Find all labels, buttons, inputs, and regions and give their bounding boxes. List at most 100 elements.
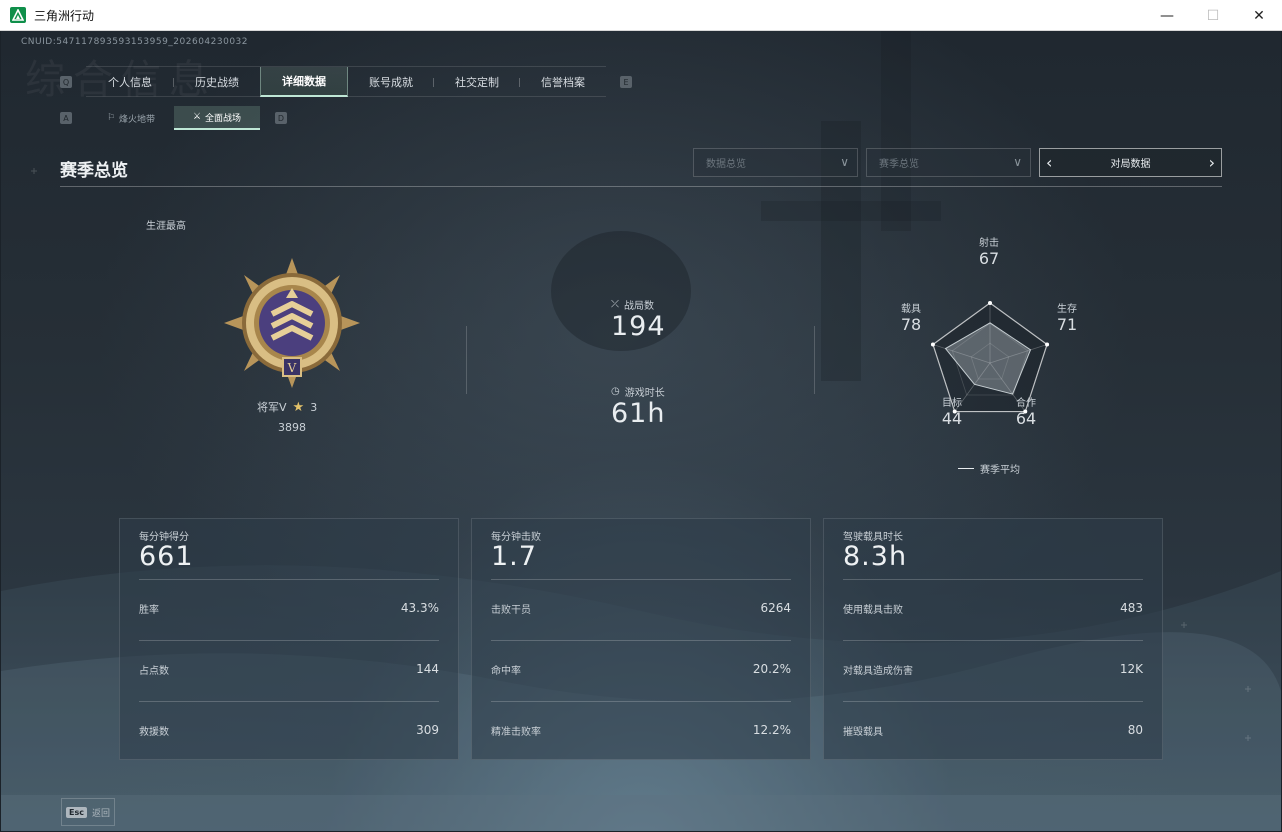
app-logo-icon: [10, 7, 26, 23]
close-button[interactable]: ✕: [1236, 0, 1282, 31]
legend-label: 赛季平均: [980, 465, 1020, 476]
rank-name-row: 将军V ★ 3: [257, 399, 317, 415]
game-viewport: 综合信息 CNUID:547117893593153959_2026042300…: [1, 31, 1281, 831]
player-uid: CNUID:547117893593153959_202604230032: [21, 37, 249, 47]
row-value: 12.2%: [752, 723, 791, 737]
row-label: 胜率: [139, 605, 159, 616]
radar-label-objective: 目标: [942, 398, 962, 409]
bottom-bar: [1, 795, 1281, 831]
matches-label: 战局数: [624, 301, 654, 312]
season-overview-dropdown[interactable]: 赛季总览 ∨: [866, 148, 1031, 177]
tab-reputation[interactable]: 信誉档案: [520, 67, 606, 97]
row-value: 80: [1127, 723, 1143, 737]
subtab-hazard-zone[interactable]: ⚐ 烽火地带: [88, 106, 174, 130]
key-hint-q: Q: [60, 76, 72, 88]
rank-stars: 3: [310, 400, 318, 414]
radar-label-vehicle: 载具: [901, 304, 921, 315]
radar-label-survival: 生存: [1057, 304, 1077, 315]
dropdown-value: 数据总览: [706, 159, 746, 170]
card-big-value: 1.7: [491, 541, 537, 572]
tab-label: 个人信息: [108, 76, 152, 89]
row-label: 命中率: [491, 666, 521, 677]
back-button[interactable]: Esc 返回: [61, 798, 115, 826]
matches-value: 194: [611, 311, 666, 342]
row-value: 43.3%: [400, 601, 439, 615]
maximize-button[interactable]: ☐: [1190, 0, 1236, 31]
flag-icon: ⚐: [106, 113, 116, 123]
tab-detailed-data[interactable]: 详细数据: [260, 67, 348, 97]
mode-subtabs: ⚐ 烽火地带 ⚔ 全面战场: [88, 106, 260, 130]
radar-vertex-dot: [988, 301, 992, 305]
radar-vertex-dot: [1045, 342, 1050, 347]
rank-badge-icon: V: [224, 258, 360, 388]
tab-match-history[interactable]: 历史战绩: [174, 67, 260, 97]
card-row: 占点数 144: [139, 662, 439, 677]
card-row: 精准击败率 12.2%: [491, 723, 791, 738]
score-stats-card: 每分钟得分 661 胜率 43.3% 占点数 144 救援数 309: [119, 518, 459, 760]
card-row: 对载具造成伤害 12K: [843, 662, 1143, 677]
minimize-button[interactable]: —: [1144, 0, 1190, 31]
chevron-left-icon[interactable]: ‹: [1046, 154, 1052, 171]
radar-vertex-dot: [930, 342, 935, 347]
playtime-label-row: ◷ 游戏时长: [611, 384, 665, 399]
tab-label: 社交定制: [455, 76, 499, 89]
main-tabs: 个人信息 历史战绩 详细数据 账号成就 社交定制 信誉档案: [86, 66, 606, 97]
divider: [466, 326, 467, 394]
tab-social-custom[interactable]: 社交定制: [434, 67, 520, 97]
card-divider: [491, 640, 791, 641]
career-high-label: 生涯最高: [146, 221, 186, 232]
window-titlebar: 三角洲行动 — ☐ ✕: [0, 0, 1282, 31]
radar-label-shooting: 射击: [979, 238, 999, 249]
card-divider: [843, 701, 1143, 702]
tab-label: 信誉档案: [541, 76, 585, 89]
playtime-value: 61h: [611, 398, 666, 429]
tab-personal-info[interactable]: 个人信息: [86, 67, 174, 97]
row-label: 对载具造成伤害: [843, 666, 913, 677]
vehicle-stats-card: 驾驶载具时长 8.3h 使用载具击败 483 对载具造成伤害 12K 摧毁载具 80: [823, 518, 1163, 760]
key-hint-a: A: [60, 112, 72, 124]
card-divider: [139, 579, 439, 580]
row-value: 144: [416, 662, 439, 676]
row-value: 6264: [760, 601, 791, 615]
radar-label-teamwork: 合作: [1016, 398, 1036, 409]
subtab-label: 全面战场: [205, 113, 242, 124]
radar-value-survival: 71: [1056, 315, 1078, 334]
card-row: 救援数 309: [139, 723, 439, 738]
row-label: 占点数: [139, 666, 169, 677]
rank-name: 将军V: [257, 401, 287, 414]
matches-label-row: ⤫ 战局数: [611, 297, 654, 312]
back-label: 返回: [91, 808, 110, 819]
row-label: 精准击败率: [491, 727, 541, 738]
section-title: 赛季总览: [60, 161, 128, 181]
card-divider: [139, 701, 439, 702]
key-hint-e: E: [620, 76, 632, 88]
section-divider: [60, 186, 1222, 187]
row-value: 483: [1120, 601, 1143, 615]
tab-achievements[interactable]: 账号成就: [348, 67, 434, 97]
card-divider: [491, 701, 791, 702]
battlefield-icon: ⚔: [192, 112, 202, 122]
row-label: 击败干员: [491, 605, 531, 616]
key-hint-d: D: [275, 112, 287, 124]
radar-value-vehicle: 78: [900, 315, 922, 334]
radar-value-shooting: 67: [978, 249, 1000, 268]
card-row: 胜率 43.3%: [139, 601, 439, 616]
clock-icon: ◷: [611, 386, 620, 397]
card-big-value: 8.3h: [843, 541, 908, 572]
tab-label: 账号成就: [369, 76, 413, 89]
card-row: 击败干员 6264: [491, 601, 791, 616]
radar-legend: 赛季平均: [958, 461, 1020, 476]
card-row: 使用载具击败 483: [843, 601, 1143, 616]
subtab-all-out-war[interactable]: ⚔ 全面战场: [174, 106, 260, 130]
pager-label: 对局数据: [1110, 159, 1151, 170]
card-big-value: 661: [139, 541, 194, 572]
card-divider: [491, 579, 791, 580]
chevron-down-icon: ∨: [840, 155, 849, 169]
card-row: 命中率 20.2%: [491, 662, 791, 677]
card-row: 摧毁载具 80: [843, 723, 1143, 738]
chevron-right-icon[interactable]: ›: [1209, 154, 1215, 171]
data-overview-dropdown[interactable]: 数据总览 ∨: [693, 148, 858, 177]
row-value: 309: [416, 723, 439, 737]
rank-score: 3898: [278, 421, 306, 434]
row-value: 12K: [1119, 662, 1143, 676]
